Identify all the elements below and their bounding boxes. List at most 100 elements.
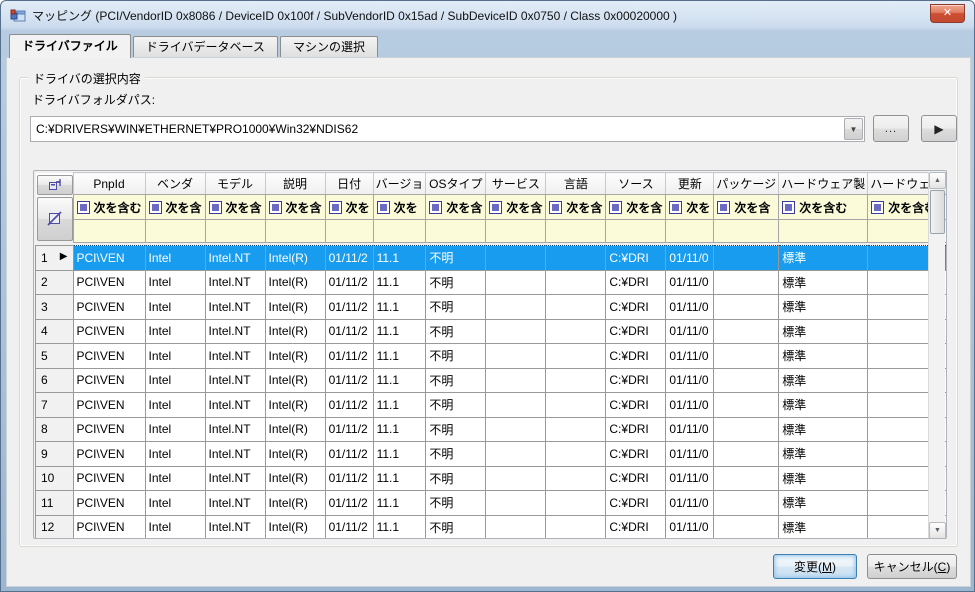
filter-operator-icon[interactable] [377, 201, 390, 214]
table-row[interactable]: 1▶PCI\VENIntelIntel.NTIntel(R)01/11/211.… [36, 246, 948, 271]
grid-cell[interactable]: Intel [145, 270, 205, 295]
table-row[interactable]: 3PCI\VENIntelIntel.NTIntel(R)01/11/211.1… [36, 295, 948, 320]
scroll-up-button[interactable]: ▲ [929, 172, 946, 189]
grid-cell[interactable]: PCI\VEN [73, 393, 145, 418]
grid-cell[interactable] [714, 246, 779, 271]
grid-cell[interactable]: Intel [145, 491, 205, 516]
filter-input-cell-7[interactable] [426, 220, 486, 243]
grid-cell[interactable]: C:¥DRI [606, 246, 666, 271]
grid-cell[interactable]: Intel.NT [205, 417, 265, 442]
grid-cell[interactable] [714, 344, 779, 369]
close-button[interactable]: ✕ [930, 4, 965, 23]
filter-operator-icon[interactable] [269, 201, 282, 214]
column-header-6[interactable]: バージョ [373, 173, 426, 195]
table-row[interactable]: 11PCI\VENIntelIntel.NTIntel(R)01/11/211.… [36, 491, 948, 516]
chevron-down-icon[interactable]: ▼ [844, 118, 863, 140]
table-row[interactable]: 7PCI\VENIntelIntel.NTIntel(R)01/11/211.1… [36, 393, 948, 418]
filter-operator-cell-4[interactable]: 次を含 [265, 195, 325, 220]
filter-operator-cell-12[interactable]: 次を含 [714, 195, 779, 220]
grid-cell[interactable]: C:¥DRI [606, 466, 666, 491]
grid-cell[interactable]: Intel(R) [265, 466, 325, 491]
grid-cell[interactable]: 不明 [426, 246, 486, 271]
grid-cell[interactable] [714, 319, 779, 344]
filter-operator-cell-10[interactable]: 次を含 [606, 195, 666, 220]
grid-cell[interactable]: Intel(R) [265, 442, 325, 467]
grid-cell[interactable]: Intel.NT [205, 270, 265, 295]
grid-cell[interactable]: 標準 [779, 368, 868, 393]
filter-operator-cell-2[interactable]: 次を含 [145, 195, 205, 220]
filter-operator-icon[interactable] [669, 201, 682, 214]
grid-cell[interactable]: Intel(R) [265, 295, 325, 320]
grid-cell[interactable] [714, 270, 779, 295]
grid-cell[interactable] [486, 442, 546, 467]
filter-options-button[interactable] [37, 175, 73, 195]
row-header-5[interactable]: 5 [36, 344, 74, 369]
column-header-5[interactable]: 日付 [325, 173, 373, 195]
grid-cell[interactable]: Intel [145, 246, 205, 271]
grid-cell[interactable]: 01/11/2 [325, 270, 373, 295]
grid-cell[interactable]: 11.1 [373, 368, 426, 393]
grid-cell[interactable]: Intel.NT [205, 491, 265, 516]
row-header-2[interactable]: 2 [36, 270, 74, 295]
driver-folder-path-combobox[interactable]: C:¥DRIVERS¥WIN¥ETHERNET¥PRO1000¥Win32¥ND… [30, 116, 865, 142]
table-row[interactable]: 9PCI\VENIntelIntel.NTIntel(R)01/11/211.1… [36, 442, 948, 467]
grid-cell[interactable] [714, 368, 779, 393]
grid-cell[interactable]: 11.1 [373, 417, 426, 442]
grid-cell[interactable]: 11.1 [373, 246, 426, 271]
grid-cell[interactable]: Intel.NT [205, 466, 265, 491]
grid-cell[interactable]: 11.1 [373, 270, 426, 295]
grid-cell[interactable] [714, 417, 779, 442]
filter-input-cell-4[interactable] [265, 220, 325, 243]
grid-cell[interactable]: Intel.NT [205, 246, 265, 271]
filter-operator-cell-8[interactable]: 次を含 [486, 195, 546, 220]
grid-cell[interactable]: PCI\VEN [73, 270, 145, 295]
grid-cell[interactable]: Intel [145, 393, 205, 418]
filter-operator-cell-13[interactable]: 次を含む [779, 195, 868, 220]
grid-cell[interactable]: C:¥DRI [606, 319, 666, 344]
grid-cell[interactable] [486, 393, 546, 418]
grid-cell[interactable]: Intel [145, 417, 205, 442]
grid-cell[interactable]: C:¥DRI [606, 270, 666, 295]
column-header-10[interactable]: ソース [606, 173, 666, 195]
filter-input-cell-6[interactable] [373, 220, 426, 243]
grid-cell[interactable]: 標準 [779, 246, 868, 271]
grid-cell[interactable] [546, 491, 606, 516]
column-header-11[interactable]: 更新 [666, 173, 714, 195]
grid-cell[interactable]: C:¥DRI [606, 393, 666, 418]
grid-cell[interactable]: Intel(R) [265, 319, 325, 344]
filter-input-cell-13[interactable] [779, 220, 868, 243]
table-row[interactable]: 8PCI\VENIntelIntel.NTIntel(R)01/11/211.1… [36, 417, 948, 442]
grid-cell[interactable]: Intel(R) [265, 515, 325, 539]
grid-cell[interactable]: 01/11/0 [666, 417, 714, 442]
grid-cell[interactable]: 01/11/2 [325, 417, 373, 442]
grid-cell[interactable]: 01/11/0 [666, 491, 714, 516]
grid-cell[interactable]: PCI\VEN [73, 417, 145, 442]
grid-cell[interactable]: C:¥DRI [606, 295, 666, 320]
change-button[interactable]: 変更(M) [773, 554, 857, 579]
grid-cell[interactable] [546, 393, 606, 418]
filter-operator-icon[interactable] [489, 201, 502, 214]
filter-operator-icon[interactable] [717, 201, 730, 214]
grid-cell[interactable]: 不明 [426, 442, 486, 467]
row-header-9[interactable]: 9 [36, 442, 74, 467]
grid-cell[interactable] [486, 319, 546, 344]
grid-cell[interactable]: PCI\VEN [73, 295, 145, 320]
grid-cell[interactable]: 01/11/0 [666, 466, 714, 491]
grid-cell[interactable]: 標準 [779, 442, 868, 467]
table-row[interactable]: 2PCI\VENIntelIntel.NTIntel(R)01/11/211.1… [36, 270, 948, 295]
filter-operator-cell-3[interactable]: 次を含 [205, 195, 265, 220]
grid-cell[interactable]: Intel.NT [205, 368, 265, 393]
filter-input-cell-9[interactable] [546, 220, 606, 243]
grid-cell[interactable] [486, 368, 546, 393]
grid-cell[interactable]: Intel [145, 319, 205, 344]
filter-input-cell-1[interactable] [73, 220, 145, 243]
grid-cell[interactable]: Intel [145, 368, 205, 393]
grid-cell[interactable]: PCI\VEN [73, 319, 145, 344]
grid-cell[interactable]: 不明 [426, 319, 486, 344]
grid-cell[interactable]: 標準 [779, 344, 868, 369]
grid-cell[interactable]: PCI\VEN [73, 246, 145, 271]
browse-button[interactable]: ... [873, 115, 909, 142]
filter-operator-icon[interactable] [871, 201, 884, 214]
grid-cell[interactable]: 01/11/0 [666, 393, 714, 418]
column-header-3[interactable]: モデル [205, 173, 265, 195]
